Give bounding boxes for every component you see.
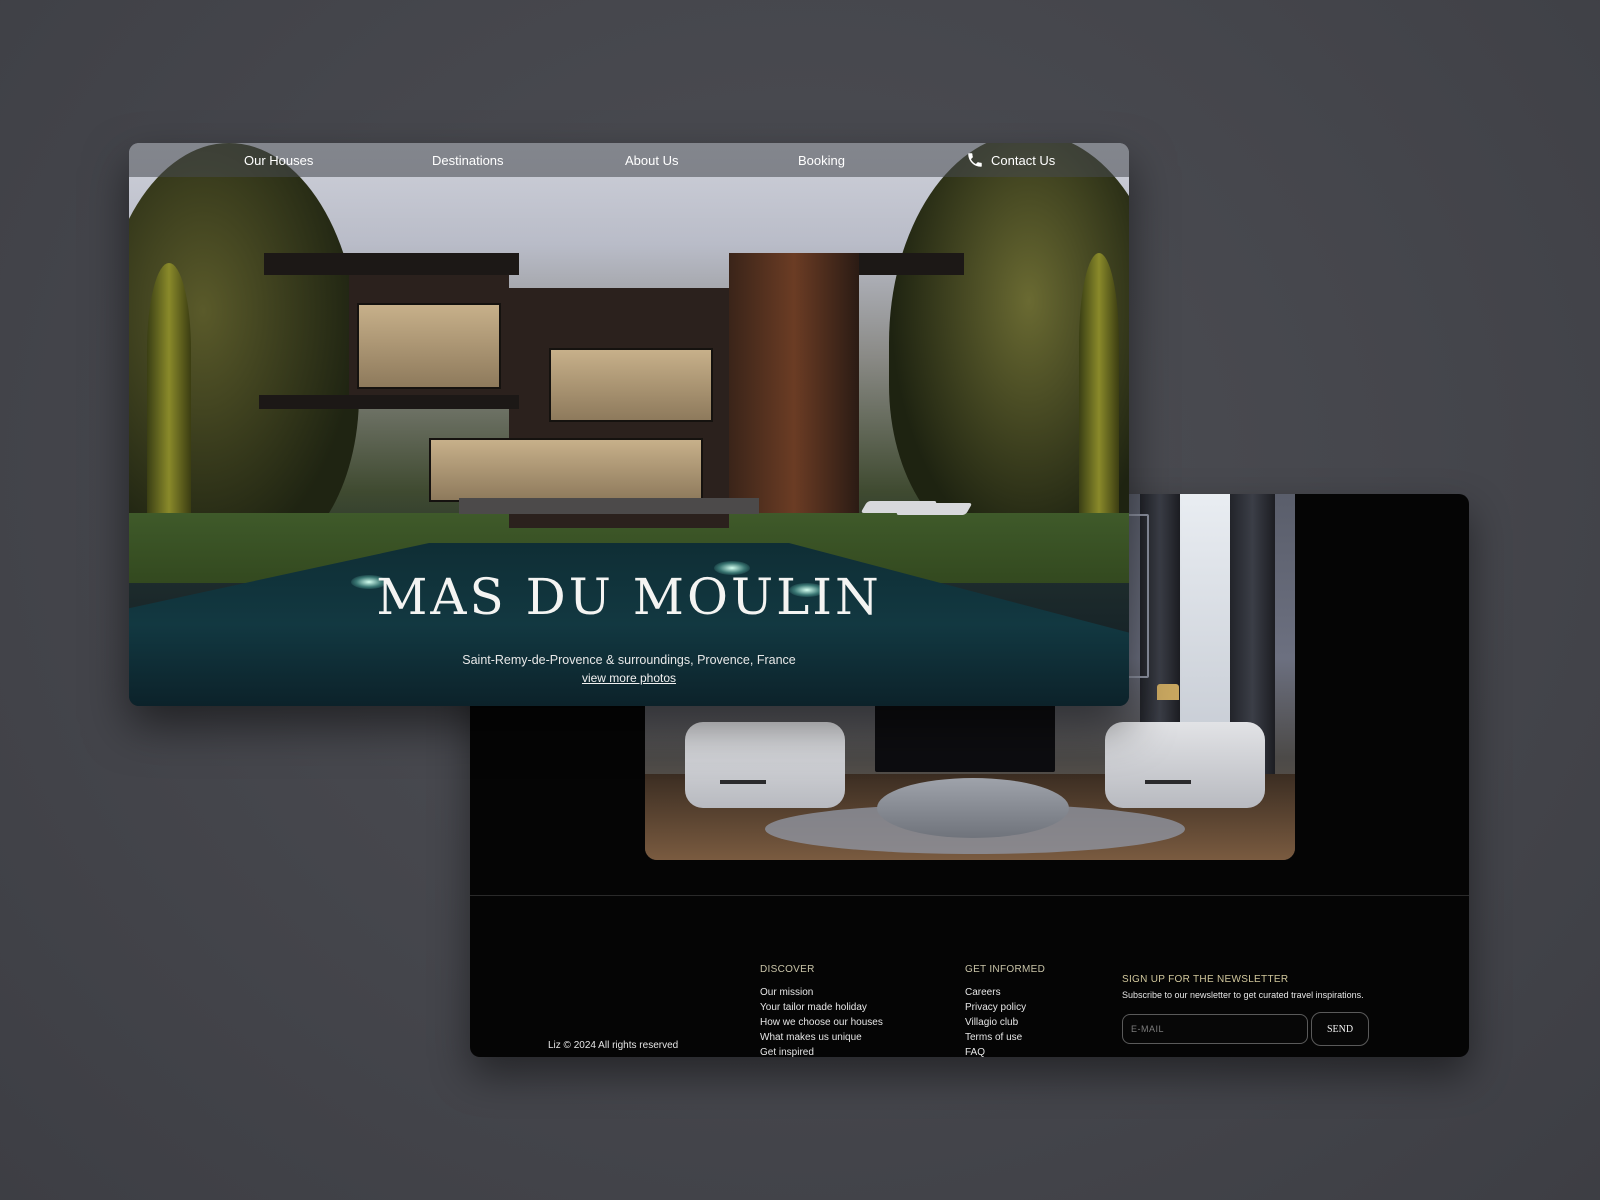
newsletter-form: SEND — [1122, 1012, 1369, 1046]
terrace — [459, 498, 759, 514]
footer-link-villagio-club[interactable]: Villagio club — [965, 1015, 1045, 1030]
copyright-text: Liz © 2024 All rights reserved — [548, 1040, 679, 1051]
nav-contact-us[interactable]: Contact Us — [966, 143, 1055, 177]
footer-link-our-mission[interactable]: Our mission — [760, 985, 883, 1000]
cypress-tree — [1079, 253, 1119, 553]
roof-left — [264, 253, 519, 275]
nav-our-houses[interactable]: Our Houses — [244, 143, 313, 177]
hero-card: Our Houses Destinations About Us Booking… — [129, 143, 1129, 706]
house-tower — [729, 253, 859, 513]
send-button[interactable]: SEND — [1311, 1012, 1369, 1046]
side-table — [1145, 780, 1191, 844]
footer-divider — [470, 895, 1469, 896]
footer-link-get-inspired[interactable]: Get inspired — [760, 1045, 883, 1057]
nav-destinations[interactable]: Destinations — [432, 143, 504, 177]
window-upper-left — [357, 303, 501, 389]
newsletter-subtext: Subscribe to our newsletter to get curat… — [1122, 990, 1364, 1000]
nav-about-us[interactable]: About Us — [625, 143, 678, 177]
lounger — [895, 503, 973, 515]
grand-piano — [875, 700, 1055, 772]
footer-heading: GET INFORMED — [965, 964, 1046, 975]
view-more-photos-link[interactable]: view more photos — [582, 671, 676, 685]
footer-link-tailor-made-holiday[interactable]: Your tailor made holiday — [760, 1000, 883, 1015]
email-input[interactable] — [1122, 1014, 1308, 1044]
hero-location: Saint-Remy-de-Provence & surroundings, P… — [462, 653, 796, 667]
side-table — [720, 780, 766, 844]
footer-link-terms-of-use[interactable]: Terms of use — [965, 1030, 1045, 1045]
newsletter-heading: SIGN UP FOR THE NEWSLETTER — [1122, 974, 1289, 985]
footer-link-careers[interactable]: Careers — [965, 985, 1045, 1000]
newsletter-signup: SIGN UP FOR THE NEWSLETTER Subscribe to … — [1122, 974, 1369, 1046]
footer-heading: DISCOVER — [760, 964, 815, 975]
footer-link-how-we-choose[interactable]: How we choose our houses — [760, 1015, 883, 1030]
cypress-tree — [147, 263, 191, 553]
footer-link-what-makes-unique[interactable]: What makes us unique — [760, 1030, 883, 1045]
footer-discover-column: DISCOVER Our mission Your tailor made ho… — [760, 964, 883, 1057]
ottoman — [877, 778, 1069, 838]
footer-link-privacy-policy[interactable]: Privacy policy — [965, 1000, 1045, 1015]
hero-title: MAS DU MOULIN — [376, 568, 882, 626]
contact-label: Contact Us — [991, 152, 1056, 168]
window-center-upper — [549, 348, 713, 422]
footer-informed-column: GET INFORMED Careers Privacy policy Vill… — [965, 964, 1045, 1057]
window-ground-floor — [429, 438, 703, 502]
nav-booking[interactable]: Booking — [798, 143, 845, 177]
top-navigation: Our Houses Destinations About Us Booking… — [129, 143, 1129, 177]
phone-icon — [968, 153, 982, 167]
floor-lamp — [1157, 684, 1179, 700]
view-more-photos-wrapper: view more photos — [129, 671, 1129, 685]
footer-link-faq[interactable]: FAQ — [965, 1045, 1045, 1057]
balcony-slab — [259, 395, 519, 409]
